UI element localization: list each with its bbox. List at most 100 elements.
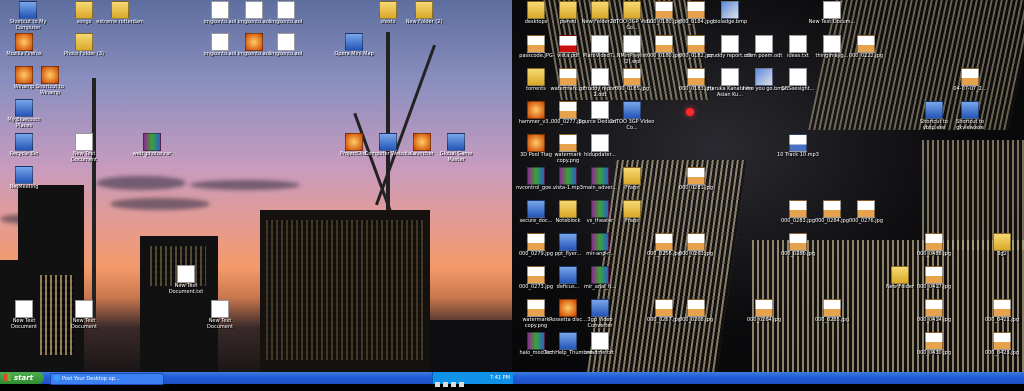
crane-mast	[92, 78, 96, 318]
doc-icon	[177, 265, 195, 283]
jpg-icon	[655, 35, 673, 53]
desktop-icon[interactable]: Mozilla Firefox	[0, 33, 48, 57]
app-icon	[527, 134, 545, 152]
desktop-icon-label: 000_0417.jpg	[916, 284, 952, 290]
folder-icon	[379, 1, 397, 19]
exe-icon	[527, 200, 545, 218]
jpg-icon	[559, 134, 577, 152]
desktop-icon[interactable]: 3g2	[978, 233, 1024, 257]
desktop-icon[interactable]: 000_0414.jpg	[910, 299, 958, 323]
tray-icon[interactable]	[443, 382, 448, 387]
desktop-icon[interactable]: Shortcut to gkview.exe	[946, 101, 994, 131]
desktop-icon[interactable]: My Bluetooth Places	[0, 99, 48, 129]
desktop-icon[interactable]: NetMeeting	[0, 166, 48, 190]
desktop-icon[interactable]: 3gp Video Converter	[576, 299, 624, 329]
desktop-icon[interactable]: 000_0185.jpg	[608, 68, 656, 92]
desktop-icon[interactable]: hidupdater...	[576, 134, 624, 158]
rar-icon	[527, 167, 545, 185]
desktop-icon[interactable]: Opera Mini Map	[330, 33, 378, 57]
desktop-icon-label: web_photos.rar	[132, 151, 172, 157]
tray-icon[interactable]	[435, 382, 440, 387]
desktop-icon-label: 3gp Video Converter	[587, 317, 613, 329]
desktop-icon[interactable]: readme.txt	[576, 332, 624, 356]
app-icon	[15, 33, 33, 51]
mp3-icon	[789, 134, 807, 152]
desktop-icon[interactable]: Photo Folder (3)	[60, 33, 108, 57]
start-button[interactable]: start	[0, 372, 44, 384]
bmp-icon	[721, 1, 739, 19]
desktop-icon[interactable]: 2nTOO 3GP Video Co...	[608, 101, 656, 131]
desktop-icon[interactable]: 000_0264.jpg	[740, 299, 788, 323]
folder-icon	[559, 1, 577, 19]
desktop-icon[interactable]: 000_0421.jpg	[978, 299, 1024, 323]
desktop-icon[interactable]: Recycle Bin	[0, 133, 48, 157]
desktop-icon[interactable]: 10 Track 10.mp3	[774, 134, 822, 158]
desktop-icon[interactable]: Global Game Master	[432, 133, 480, 163]
desktop-icon[interactable]: New Text Document	[0, 300, 48, 330]
jpg-icon	[687, 1, 705, 19]
desktop-icon[interactable]: 000_0280.jpg	[774, 233, 822, 257]
desktop-icon-label: New Text Document.txt	[168, 283, 204, 295]
desktop-icon[interactable]: 000_0285.jpg	[808, 299, 856, 323]
exe-icon	[379, 133, 397, 151]
jpg-icon	[559, 101, 577, 119]
desktop-icon[interactable]: New Text Document	[196, 300, 244, 330]
folder-icon	[623, 167, 641, 185]
desktop-icon-label: NetMeeting	[9, 184, 39, 190]
desktop-icon[interactable]: 000_0488.jpg	[910, 233, 958, 257]
jpg-icon	[655, 1, 673, 19]
desktop-icon-label: New Folder (2)	[405, 19, 443, 25]
desktop-icon[interactable]: Shortcut to Winamp	[26, 66, 74, 96]
folder-icon	[527, 1, 545, 19]
desktop-icon[interactable]: imgkonto.aol	[262, 33, 310, 57]
jpg-icon	[655, 233, 673, 251]
jpg-icon	[687, 35, 705, 53]
taskbar: start Post Your Desktop up... 7:41 PM	[0, 372, 1024, 387]
cloud	[96, 176, 186, 190]
desktop-icon[interactable]: web_photos.rar	[128, 133, 176, 157]
desktop-icon[interactable]: 000_0263.jpg	[672, 233, 720, 257]
desktop-icon[interactable]: 000_0268.jpg	[672, 299, 720, 323]
folder-icon	[891, 266, 909, 284]
desktop-icon-label: Shortcut to My Computer	[9, 19, 47, 31]
desktop-icon[interactable]: Frags	[608, 167, 656, 191]
desktop-icon[interactable]: extreme rotterdam	[96, 1, 144, 25]
desktop-icon-label: 000_0264.jpg	[746, 317, 782, 323]
desktop-icon-label: New Text Document	[11, 318, 37, 330]
desktop-icon[interactable]: Shortcut to My Computer	[4, 1, 52, 31]
desktop-icon[interactable]: Frags	[608, 200, 656, 224]
doc-icon	[591, 68, 609, 86]
taskbar-window-button[interactable]: Post Your Desktop up...	[50, 373, 164, 385]
desktop-icon[interactable]: 000_0417.jpg	[910, 266, 958, 290]
desktop-icon[interactable]: New Folder (2)	[400, 1, 448, 25]
jpg-icon	[527, 233, 545, 251]
pdf-icon	[559, 35, 577, 53]
desktop-icon-label: 000_0185.jpg	[614, 86, 650, 92]
app-icon	[245, 33, 263, 51]
desktop-icon[interactable]: New Text Document	[60, 300, 108, 330]
desktop-icon[interactable]: 000_0430.jpg	[910, 332, 958, 356]
tray-icon[interactable]	[451, 382, 456, 387]
desktop-icon[interactable]: imgkonto.aol	[262, 1, 310, 25]
clock: 7:41 PM	[489, 375, 510, 381]
desktop-icon[interactable]: 000_0423.jpg	[978, 332, 1024, 356]
rar-icon	[527, 332, 545, 350]
desktop-icon[interactable]: New Text Docum...	[808, 1, 856, 25]
desktop-icon[interactable]: SBSeesight...	[774, 68, 822, 92]
tray-icon[interactable]	[459, 382, 464, 387]
desktop-icon-label: New Text Document	[71, 151, 97, 163]
desktop-icon[interactable]: New Text Document	[60, 133, 108, 163]
exe-icon	[961, 101, 979, 119]
jpg-icon	[527, 266, 545, 284]
desktop-icon-label: Frags	[625, 218, 639, 224]
desktop-icon[interactable]: New Text Document.txt	[162, 265, 210, 295]
desktop-icon[interactable]: 000_0281.jpg	[672, 167, 720, 191]
desktop-icon[interactable]: 000_0222.jpg	[842, 35, 890, 59]
desktop-icon[interactable]: mir_anal_h...	[576, 266, 624, 290]
desktop-icon[interactable]: bioladge.bmp	[706, 1, 754, 25]
exe-icon	[591, 299, 609, 317]
doc-icon	[721, 68, 739, 86]
desktop-icon[interactable]: mir-anp-r...	[576, 233, 624, 257]
desktop-icon[interactable]: 04-07-07_2...	[946, 68, 994, 92]
desktop-icon[interactable]: 000_0276.jpg	[842, 200, 890, 224]
